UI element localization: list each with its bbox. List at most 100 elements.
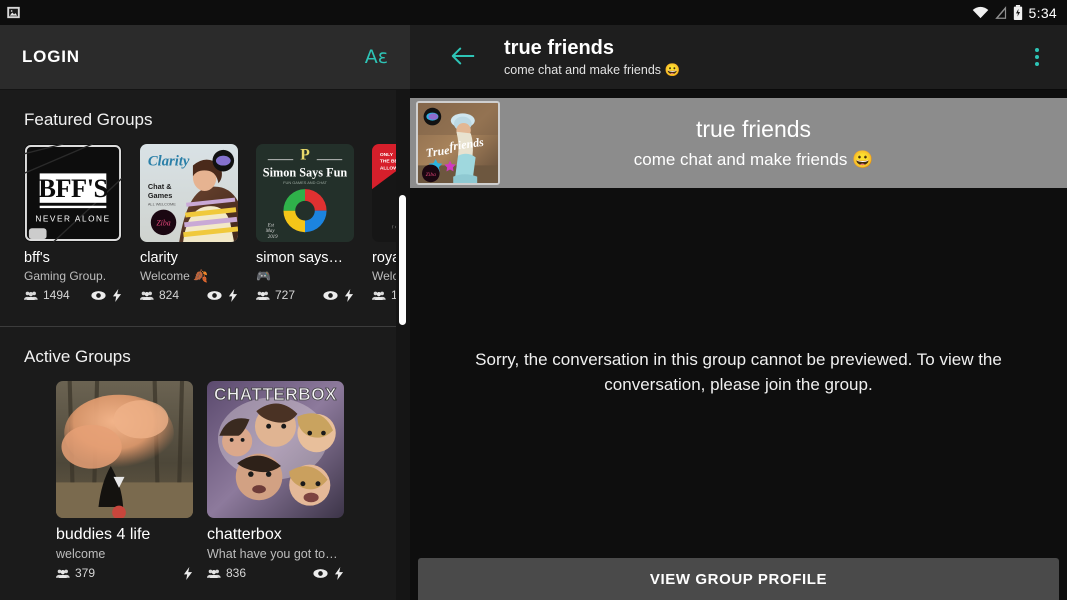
svg-text:BFF'S: BFF'S: [38, 173, 108, 203]
active-groups-row[interactable]: buddies 4 life welcome: [0, 381, 410, 596]
eye-icon: [207, 290, 222, 301]
svg-text:2019: 2019: [268, 235, 278, 240]
svg-text:ONLY: ONLY: [380, 152, 394, 158]
group-card-bffs[interactable]: BFF'S NEVER ALONE bff's Gaming Group.: [24, 144, 122, 302]
member-count: 824: [159, 288, 179, 302]
member-count: 1494: [43, 288, 70, 302]
group-thumbnail[interactable]: BFF'S NEVER ALONE: [24, 144, 122, 242]
group-avatar[interactable]: True friends Ziba: [416, 101, 500, 185]
banner-title: true friends: [500, 116, 1007, 144]
featured-groups-row[interactable]: BFF'S NEVER ALONE bff's Gaming Group.: [0, 144, 410, 318]
group-name: clarity: [140, 250, 238, 266]
image-icon: [6, 5, 21, 20]
left-app-bar: LOGIN Aɛ: [0, 25, 410, 90]
group-banner-texts: true friends come chat and make friends …: [500, 116, 1067, 170]
bffs-artwork: BFF'S NEVER ALONE: [24, 144, 122, 242]
svg-text:Games: Games: [148, 191, 173, 200]
group-title: true friends: [504, 37, 680, 60]
member-count: 379: [75, 566, 95, 580]
group-subtitle: come chat and make friends 😀: [504, 63, 680, 78]
member-count: 727: [275, 288, 295, 302]
svg-text:P: P: [300, 147, 310, 164]
group-preview-pane: true friends come chat and make friends …: [410, 25, 1067, 600]
svg-text:CHATTERBOX: CHATTERBOX: [214, 385, 337, 404]
members-icon: [56, 568, 70, 579]
group-card-clarity[interactable]: Clarity Chat & Games ALL WELCOME Ziba: [140, 144, 238, 302]
wifi-icon: [972, 6, 989, 19]
chatterbox-artwork: CHATTERBOX CHATTERBOX: [207, 381, 344, 518]
login-title: LOGIN: [22, 47, 80, 67]
status-bar-clock: 5:34: [1029, 5, 1057, 21]
eye-icon: [313, 568, 328, 579]
group-stats: 727: [256, 288, 354, 302]
group-card-chatterbox[interactable]: CHATTERBOX CHATTERBOX chatterbox What ha…: [207, 381, 344, 580]
status-bar-indicators: 5:34: [972, 5, 1057, 21]
eye-icon: [323, 290, 338, 301]
view-group-profile-label: VIEW GROUP PROFILE: [650, 571, 827, 588]
svg-text:May: May: [265, 229, 276, 234]
view-group-profile-button[interactable]: VIEW GROUP PROFILE: [418, 558, 1059, 600]
bolt-icon: [344, 289, 354, 302]
preview-unavailable-message: Sorry, the conversation in this group ca…: [410, 188, 1067, 558]
group-description: 🎮: [256, 269, 354, 283]
section-title-active: Active Groups: [0, 327, 410, 381]
group-banner: True friends Ziba: [410, 98, 1067, 188]
group-stats: 824: [140, 288, 238, 302]
true-friends-avatar-artwork: True friends Ziba: [418, 103, 498, 183]
group-stats: 1494: [24, 288, 122, 302]
svg-text:Clarity: Clarity: [148, 154, 190, 170]
status-bar: 5:34: [0, 0, 1067, 25]
svg-text:FUN GAMES AND CHAT: FUN GAMES AND CHAT: [283, 180, 327, 185]
eye-icon: [91, 290, 106, 301]
group-thumbnail[interactable]: Clarity Chat & Games ALL WELCOME Ziba: [140, 144, 238, 242]
group-name: chatterbox: [207, 526, 344, 544]
right-app-bar-titles: true friends come chat and make friends …: [504, 37, 680, 78]
group-description: Gaming Group.: [24, 269, 122, 283]
battery-charging-icon: [1013, 5, 1023, 20]
group-card-buddies-4-life[interactable]: buddies 4 life welcome: [56, 381, 193, 580]
members-icon: [140, 290, 154, 301]
back-arrow-icon[interactable]: [442, 40, 484, 74]
app-screen: 5:34 LOGIN Aɛ Featured Groups: [0, 0, 1067, 600]
member-count: 836: [226, 566, 246, 580]
text-style-icon[interactable]: Aɛ: [365, 48, 388, 67]
group-description: Welcome 🍂: [140, 269, 238, 283]
main-split: LOGIN Aɛ Featured Groups: [0, 25, 1067, 600]
scrollbar-thumb[interactable]: [399, 195, 406, 325]
groups-list-pane: LOGIN Aɛ Featured Groups: [0, 25, 410, 600]
overflow-menu-icon[interactable]: [1025, 42, 1049, 72]
preview-message-text: Sorry, the conversation in this group ca…: [449, 348, 1029, 397]
members-icon: [372, 290, 386, 301]
group-name: buddies 4 life: [56, 526, 193, 544]
smoke-bomb-artwork: [56, 381, 193, 518]
members-icon: [24, 290, 38, 301]
group-card-simon-says[interactable]: P Simon Says Fun FUN GAMES AND CHAT: [256, 144, 354, 302]
banner-subtitle: come chat and make friends 😀: [500, 150, 1007, 170]
bolt-icon: [183, 567, 193, 580]
groups-scroll-area[interactable]: Featured Groups BFF'S: [0, 90, 410, 600]
group-thumbnail[interactable]: CHATTERBOX CHATTERBOX: [207, 381, 344, 518]
bolt-icon: [112, 289, 122, 302]
group-stats: 836: [207, 566, 344, 580]
svg-text:Ziba: Ziba: [156, 218, 170, 227]
group-name: simon says…: [256, 250, 354, 266]
scrollbar-track[interactable]: [396, 90, 410, 600]
right-app-bar: true friends come chat and make friends …: [410, 25, 1067, 90]
signal-off-icon: [995, 6, 1007, 20]
group-stats: 379: [56, 566, 193, 580]
group-thumbnail[interactable]: P Simon Says Fun FUN GAMES AND CHAT: [256, 144, 354, 242]
svg-text:Ziba: Ziba: [426, 172, 436, 178]
svg-text:Simon Says Fun: Simon Says Fun: [263, 165, 348, 179]
members-icon: [207, 568, 221, 579]
group-thumbnail[interactable]: [56, 381, 193, 518]
group-description: What have you got to…: [207, 547, 344, 561]
svg-text:ALL WELCOME: ALL WELCOME: [148, 202, 176, 207]
bolt-icon: [228, 289, 238, 302]
clarity-artwork: Clarity Chat & Games ALL WELCOME Ziba: [140, 144, 238, 242]
svg-text:NEVER ALONE: NEVER ALONE: [35, 214, 110, 223]
bolt-icon: [334, 567, 344, 580]
svg-text:Est: Est: [267, 223, 275, 228]
group-name: bff's: [24, 250, 122, 266]
section-title-featured: Featured Groups: [0, 90, 410, 144]
svg-text:Chat &: Chat &: [148, 182, 172, 191]
